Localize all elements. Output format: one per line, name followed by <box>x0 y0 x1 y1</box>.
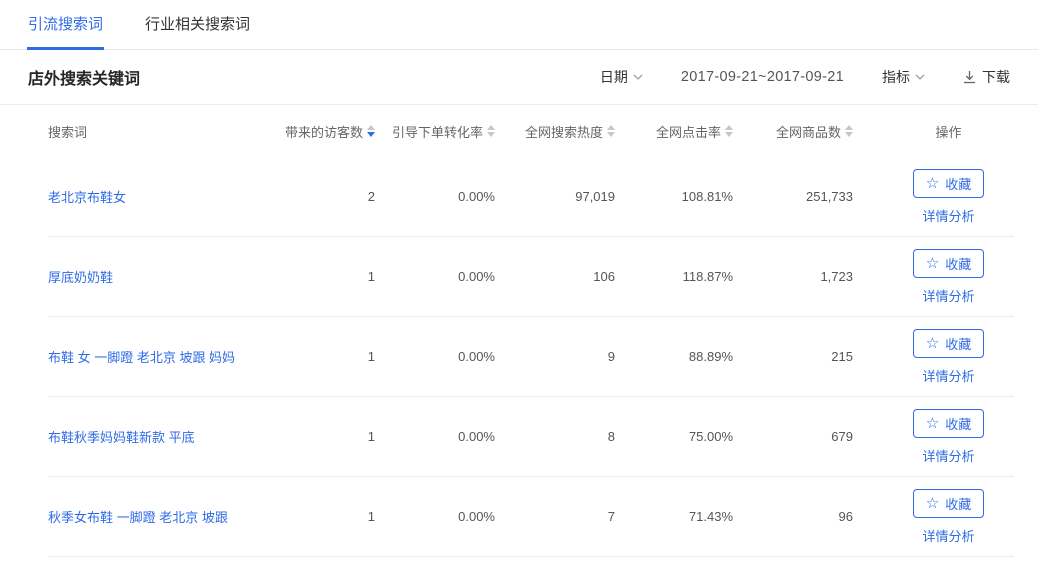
star-icon: ☆ <box>926 256 939 271</box>
search-heat-value: 8 <box>495 429 615 444</box>
keyword-link[interactable]: 厚底奶奶鞋 <box>48 270 113 285</box>
conversion-value: 0.00% <box>375 189 495 204</box>
table-body: 老北京布鞋女 2 0.00% 97,019 108.81% 251,733 ☆ … <box>0 157 1038 557</box>
click-rate-value: 88.89% <box>615 349 733 364</box>
conversion-value: 0.00% <box>375 349 495 364</box>
click-rate-value: 71.43% <box>615 509 733 524</box>
click-rate-value: 108.81% <box>615 189 733 204</box>
table-header-cell[interactable]: 全网商品数 <box>733 122 853 141</box>
detail-analysis-link[interactable]: 详情分析 <box>922 366 974 385</box>
favorite-label: 收藏 <box>945 414 971 433</box>
visitors-value: 2 <box>278 189 375 204</box>
column-label: 搜索词 <box>48 122 87 141</box>
products-value: 96 <box>733 509 853 524</box>
page-title: 店外搜索关键词 <box>28 65 140 89</box>
products-value: 679 <box>733 429 853 444</box>
search-heat-value: 7 <box>495 509 615 524</box>
download-button[interactable]: 下载 <box>963 67 1010 87</box>
column-label: 引导下单转化率 <box>392 122 483 141</box>
download-icon <box>963 70 976 84</box>
table-row: 布鞋 女 一脚蹬 老北京 坡跟 妈妈 1 0.00% 9 88.89% 215 … <box>48 317 1014 397</box>
table-header-cell[interactable]: 带来的访客数 <box>278 122 375 141</box>
table-header-cell[interactable]: 操作 <box>853 122 1014 141</box>
date-dropdown[interactable]: 日期 <box>600 67 643 87</box>
toolbar-controls: 日期 2017-09-21~2017-09-21 指标 下载 <box>600 67 1010 87</box>
tab-industry-keywords[interactable]: 行业相关搜索词 <box>145 0 250 50</box>
search-heat-value: 9 <box>495 349 615 364</box>
column-label: 操作 <box>935 122 961 141</box>
favorite-button[interactable]: ☆ 收藏 <box>913 409 984 438</box>
visitors-value: 1 <box>278 429 375 444</box>
detail-analysis-link[interactable]: 详情分析 <box>922 286 974 305</box>
products-value: 1,723 <box>733 269 853 284</box>
column-label: 带来的访客数 <box>285 122 363 141</box>
sort-icon[interactable] <box>367 125 375 137</box>
chevron-down-icon <box>915 74 925 81</box>
table-row: 秋季女布鞋 一脚蹬 老北京 坡跟 1 0.00% 7 71.43% 96 ☆ 收… <box>48 477 1014 557</box>
star-icon: ☆ <box>926 176 939 191</box>
tab-bar: 引流搜索词 行业相关搜索词 <box>0 0 1038 50</box>
chevron-down-icon <box>633 74 643 81</box>
favorite-button[interactable]: ☆ 收藏 <box>913 489 984 518</box>
sort-icon[interactable] <box>725 125 733 137</box>
detail-analysis-link[interactable]: 详情分析 <box>922 526 974 545</box>
search-heat-value: 97,019 <box>495 189 615 204</box>
tab-traffic-keywords[interactable]: 引流搜索词 <box>28 0 103 50</box>
toolbar: 店外搜索关键词 日期 2017-09-21~2017-09-21 指标 下载 <box>0 50 1038 105</box>
favorite-label: 收藏 <box>945 254 971 273</box>
date-dropdown-label: 日期 <box>600 67 628 87</box>
favorite-label: 收藏 <box>945 174 971 193</box>
sort-icon[interactable] <box>607 125 615 137</box>
table-row: 布鞋秋季妈妈鞋新款 平底 1 0.00% 8 75.00% 679 ☆ 收藏 详… <box>48 397 1014 477</box>
detail-analysis-link[interactable]: 详情分析 <box>922 446 974 465</box>
table-row: 厚底奶奶鞋 1 0.00% 106 118.87% 1,723 ☆ 收藏 详情分… <box>48 237 1014 317</box>
click-rate-value: 118.87% <box>615 269 733 284</box>
visitors-value: 1 <box>278 509 375 524</box>
star-icon: ☆ <box>926 336 939 351</box>
table-header-cell[interactable]: 全网搜索热度 <box>495 122 615 141</box>
detail-analysis-link[interactable]: 详情分析 <box>922 206 974 225</box>
conversion-value: 0.00% <box>375 429 495 444</box>
visitors-value: 1 <box>278 349 375 364</box>
table-header-cell[interactable]: 引导下单转化率 <box>375 122 495 141</box>
star-icon: ☆ <box>926 416 939 431</box>
conversion-value: 0.00% <box>375 269 495 284</box>
favorite-button[interactable]: ☆ 收藏 <box>913 329 984 358</box>
click-rate-value: 75.00% <box>615 429 733 444</box>
sort-icon[interactable] <box>487 125 495 137</box>
table-header-cell[interactable]: 全网点击率 <box>615 122 733 141</box>
column-label: 全网点击率 <box>656 122 721 141</box>
favorite-button[interactable]: ☆ 收藏 <box>913 169 984 198</box>
column-label: 全网搜索热度 <box>525 122 603 141</box>
keyword-link[interactable]: 老北京布鞋女 <box>48 190 126 205</box>
table-row: 老北京布鞋女 2 0.00% 97,019 108.81% 251,733 ☆ … <box>48 157 1014 237</box>
column-label: 全网商品数 <box>776 122 841 141</box>
products-value: 251,733 <box>733 189 853 204</box>
products-value: 215 <box>733 349 853 364</box>
date-range-value[interactable]: 2017-09-21~2017-09-21 <box>681 69 844 85</box>
table-header: 搜索词 带来的访客数 引导下单转化率 全网搜索热度 全网点击率 全网商品数 操作 <box>48 105 1014 157</box>
visitors-value: 1 <box>278 269 375 284</box>
table-header-cell[interactable]: 搜索词 <box>48 122 278 141</box>
keyword-link[interactable]: 布鞋 女 一脚蹬 老北京 坡跟 妈妈 <box>48 350 235 365</box>
star-icon: ☆ <box>926 496 939 511</box>
keyword-link[interactable]: 秋季女布鞋 一脚蹬 老北京 坡跟 <box>48 510 228 525</box>
keyword-link[interactable]: 布鞋秋季妈妈鞋新款 平底 <box>48 430 195 445</box>
favorite-label: 收藏 <box>945 494 971 513</box>
conversion-value: 0.00% <box>375 509 495 524</box>
download-label: 下载 <box>982 67 1010 87</box>
favorite-button[interactable]: ☆ 收藏 <box>913 249 984 278</box>
favorite-label: 收藏 <box>945 334 971 353</box>
metrics-dropdown-label: 指标 <box>882 67 910 87</box>
sort-icon[interactable] <box>845 125 853 137</box>
metrics-dropdown[interactable]: 指标 <box>882 67 925 87</box>
search-heat-value: 106 <box>495 269 615 284</box>
